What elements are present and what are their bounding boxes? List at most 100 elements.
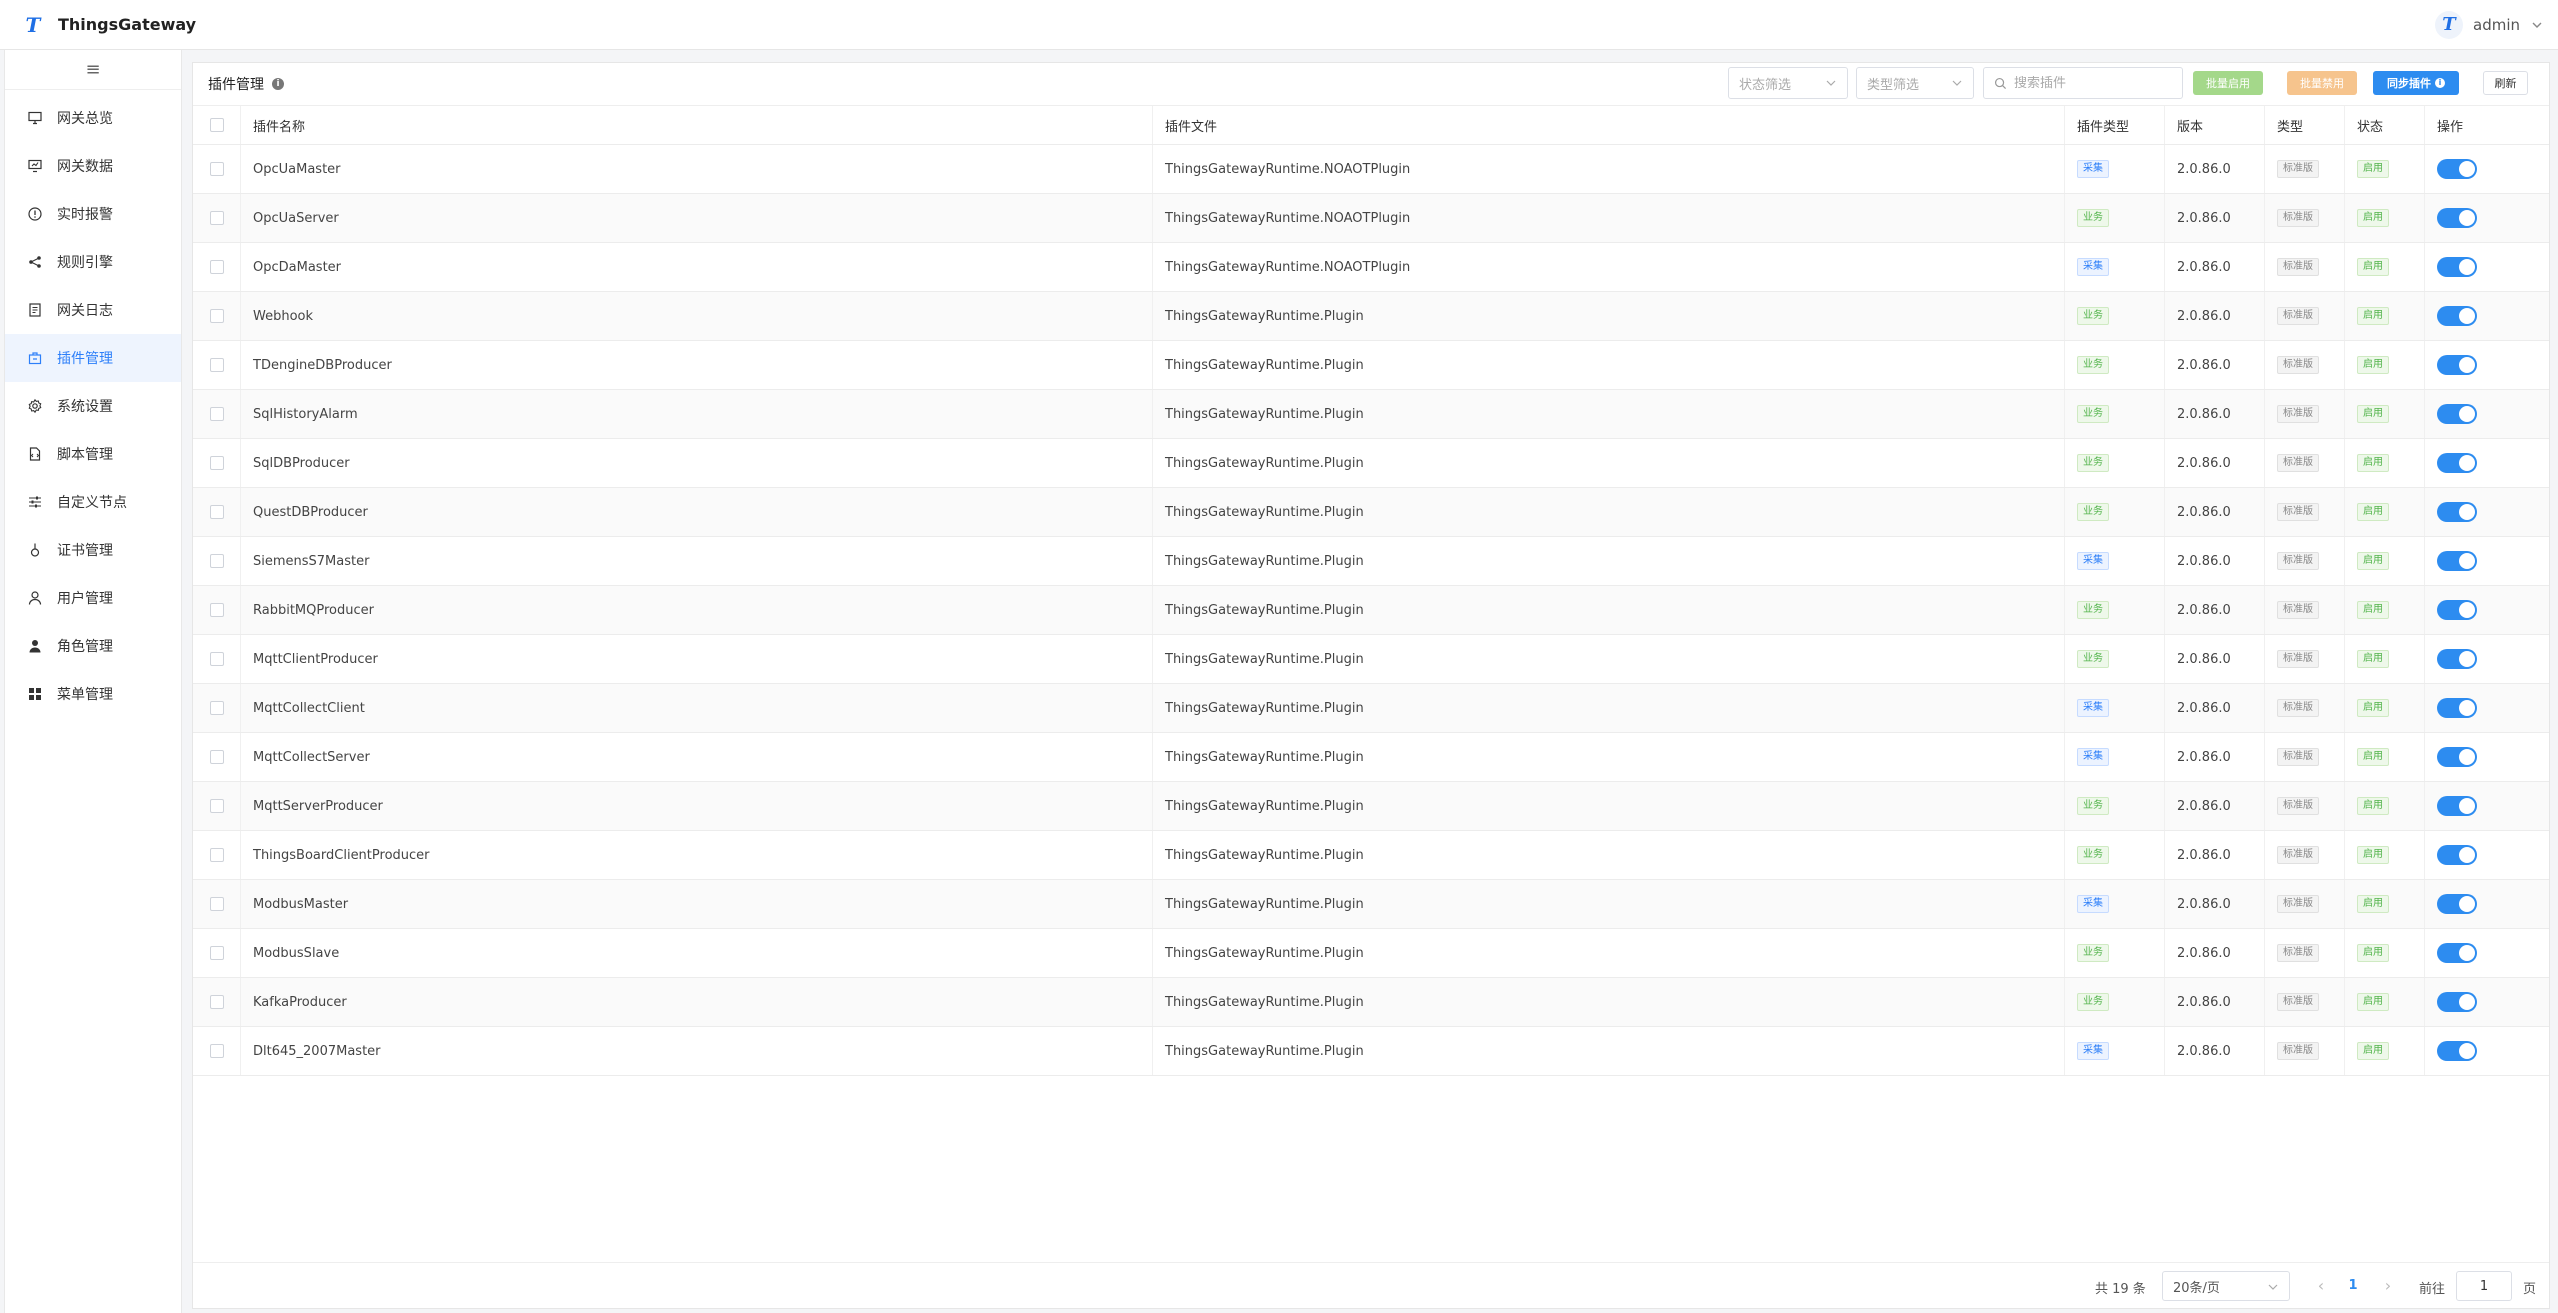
next-page-button[interactable]: ›: [2380, 1276, 2396, 1296]
enable-toggle[interactable]: [2437, 649, 2477, 669]
row-checkbox[interactable]: [209, 211, 224, 225]
enable-toggle[interactable]: [2437, 1041, 2477, 1061]
table-row[interactable]: OpcUaServer ThingsGatewayRuntime.NOAOTPlu…: [193, 194, 2549, 243]
select-all-checkbox[interactable]: [209, 118, 224, 132]
row-checkbox[interactable]: [209, 309, 224, 323]
enable-toggle[interactable]: [2437, 894, 2477, 914]
sidebar-item-12[interactable]: 菜单管理: [5, 670, 181, 718]
batch-disable-button[interactable]: 批量禁用: [2287, 71, 2357, 95]
table-row[interactable]: RabbitMQProducer ThingsGatewayRuntime.Plu…: [193, 586, 2549, 635]
column-header-status[interactable]: 状态: [2345, 106, 2425, 144]
table-row[interactable]: ModbusSlave ThingsGatewayRuntime.Plugin 业务…: [193, 929, 2549, 978]
table-row[interactable]: MqttServerProducer ThingsGatewayRuntime.P…: [193, 782, 2549, 831]
row-checkbox[interactable]: [209, 603, 224, 617]
enable-toggle[interactable]: [2437, 992, 2477, 1012]
chevron-down-icon[interactable]: [2530, 18, 2544, 32]
row-checkbox[interactable]: [209, 750, 224, 764]
enable-toggle[interactable]: [2437, 159, 2477, 179]
sidebar-item-4[interactable]: 网关日志: [5, 286, 181, 334]
enable-toggle[interactable]: [2437, 208, 2477, 228]
enable-toggle[interactable]: [2437, 943, 2477, 963]
row-checkbox[interactable]: [209, 260, 224, 274]
enable-toggle[interactable]: [2437, 600, 2477, 620]
search-box[interactable]: [1983, 67, 2183, 99]
sidebar-item-label: 菜单管理: [57, 687, 113, 703]
table-row[interactable]: MqttCollectServer ThingsGatewayRuntime.Pl…: [193, 733, 2549, 782]
enable-toggle[interactable]: [2437, 257, 2477, 277]
sidebar-item-7[interactable]: 脚本管理: [5, 430, 181, 478]
sidebar-item-0[interactable]: 网关总览: [5, 94, 181, 142]
batch-enable-button[interactable]: 批量启用: [2193, 71, 2263, 95]
row-checkbox[interactable]: [209, 799, 224, 813]
row-checkbox[interactable]: [209, 897, 224, 911]
table-row[interactable]: QuestDBProducer ThingsGatewayRuntime.Plug…: [193, 488, 2549, 537]
row-checkbox[interactable]: [209, 407, 224, 421]
table-row[interactable]: SiemensS7Master ThingsGatewayRuntime.Plug…: [193, 537, 2549, 586]
page-size-select[interactable]: 20条/页: [2162, 1271, 2290, 1301]
menu-collapse-button[interactable]: ≡: [5, 50, 181, 90]
row-checkbox[interactable]: [209, 701, 224, 715]
enable-toggle[interactable]: [2437, 453, 2477, 473]
sidebar-item-3[interactable]: 规则引擎: [5, 238, 181, 286]
table-row[interactable]: SqlHistoryAlarm ThingsGatewayRuntime.Plug…: [193, 390, 2549, 439]
row-checkbox[interactable]: [209, 456, 224, 470]
table-row[interactable]: TDengineDBProducer ThingsGatewayRuntime.P…: [193, 341, 2549, 390]
table-row[interactable]: SqlDBProducer ThingsGatewayRuntime.Plugin…: [193, 439, 2549, 488]
table-row[interactable]: OpcDaMaster ThingsGatewayRuntime.NOAOTPlu…: [193, 243, 2549, 292]
sidebar-item-8[interactable]: 自定义节点: [5, 478, 181, 526]
table-row[interactable]: Webhook ThingsGatewayRuntime.Plugin 业务 2.0.…: [193, 292, 2549, 341]
sidebar-item-6[interactable]: 系统设置: [5, 382, 181, 430]
avatar[interactable]: T: [2435, 11, 2463, 39]
plugin-name-cell: OpcUaServer: [241, 194, 1153, 242]
enable-toggle[interactable]: [2437, 796, 2477, 816]
table-row[interactable]: Dlt645_2007Master ThingsGatewayRuntime.Pl…: [193, 1027, 2549, 1076]
enable-toggle[interactable]: [2437, 502, 2477, 522]
enable-toggle[interactable]: [2437, 404, 2477, 424]
enable-toggle[interactable]: [2437, 747, 2477, 767]
sidebar-item-11[interactable]: 角色管理: [5, 622, 181, 670]
sidebar-item-10[interactable]: 用户管理: [5, 574, 181, 622]
sidebar-item-1[interactable]: 网关数据: [5, 142, 181, 190]
table-row[interactable]: KafkaProducer ThingsGatewayRuntime.Plugin…: [193, 978, 2549, 1027]
row-checkbox[interactable]: [209, 995, 224, 1009]
column-header-version[interactable]: 版本: [2165, 106, 2265, 144]
goto-page-input[interactable]: [2456, 1271, 2512, 1301]
sync-plugins-button[interactable]: 同步插件 i: [2373, 71, 2459, 95]
row-checkbox[interactable]: [209, 505, 224, 519]
info-icon[interactable]: i: [272, 78, 284, 90]
row-checkbox[interactable]: [209, 1044, 224, 1058]
user-name[interactable]: admin: [2473, 16, 2520, 34]
row-checkbox[interactable]: [209, 946, 224, 960]
enable-toggle[interactable]: [2437, 355, 2477, 375]
row-checkbox[interactable]: [209, 652, 224, 666]
enable-toggle[interactable]: [2437, 845, 2477, 865]
table-row[interactable]: OpcUaMaster ThingsGatewayRuntime.NOAOTPlu…: [193, 145, 2549, 194]
page-number-1[interactable]: 1: [2343, 1278, 2363, 1293]
type-filter-select[interactable]: 类型筛选: [1856, 67, 1974, 99]
status-filter-select[interactable]: 状态筛选: [1728, 67, 1848, 99]
table-row[interactable]: MqttClientProducer ThingsGatewayRuntime.P…: [193, 635, 2549, 684]
enable-toggle[interactable]: [2437, 551, 2477, 571]
row-checkbox[interactable]: [209, 162, 224, 176]
enable-toggle[interactable]: [2437, 698, 2477, 718]
column-header-type[interactable]: 类型: [2265, 106, 2345, 144]
column-header-file[interactable]: 插件文件: [1153, 106, 2065, 144]
prev-page-button[interactable]: ‹: [2313, 1276, 2329, 1296]
table-row[interactable]: ModbusMaster ThingsGatewayRuntime.Plugin 采…: [193, 880, 2549, 929]
row-checkbox[interactable]: [209, 358, 224, 372]
sidebar-item-9[interactable]: 证书管理: [5, 526, 181, 574]
refresh-button[interactable]: 刷新: [2483, 71, 2528, 95]
table-row[interactable]: ThingsBoardClientProducer ThingsGatewayRu…: [193, 831, 2549, 880]
search-input[interactable]: [2014, 75, 2174, 91]
sidebar-item-2[interactable]: 实时报警: [5, 190, 181, 238]
column-header-name[interactable]: 插件名称: [241, 106, 1153, 144]
app-title[interactable]: ThingsGateway: [58, 15, 196, 34]
enable-toggle[interactable]: [2437, 306, 2477, 326]
column-header-plugin-type[interactable]: 插件类型: [2065, 106, 2165, 144]
app-logo[interactable]: T: [22, 14, 44, 36]
user-menu[interactable]: T admin: [2435, 10, 2544, 40]
table-row[interactable]: MqttCollectClient ThingsGatewayRuntime.Pl…: [193, 684, 2549, 733]
sidebar-item-5[interactable]: 插件管理: [5, 334, 181, 382]
row-checkbox[interactable]: [209, 848, 224, 862]
row-checkbox[interactable]: [209, 554, 224, 568]
